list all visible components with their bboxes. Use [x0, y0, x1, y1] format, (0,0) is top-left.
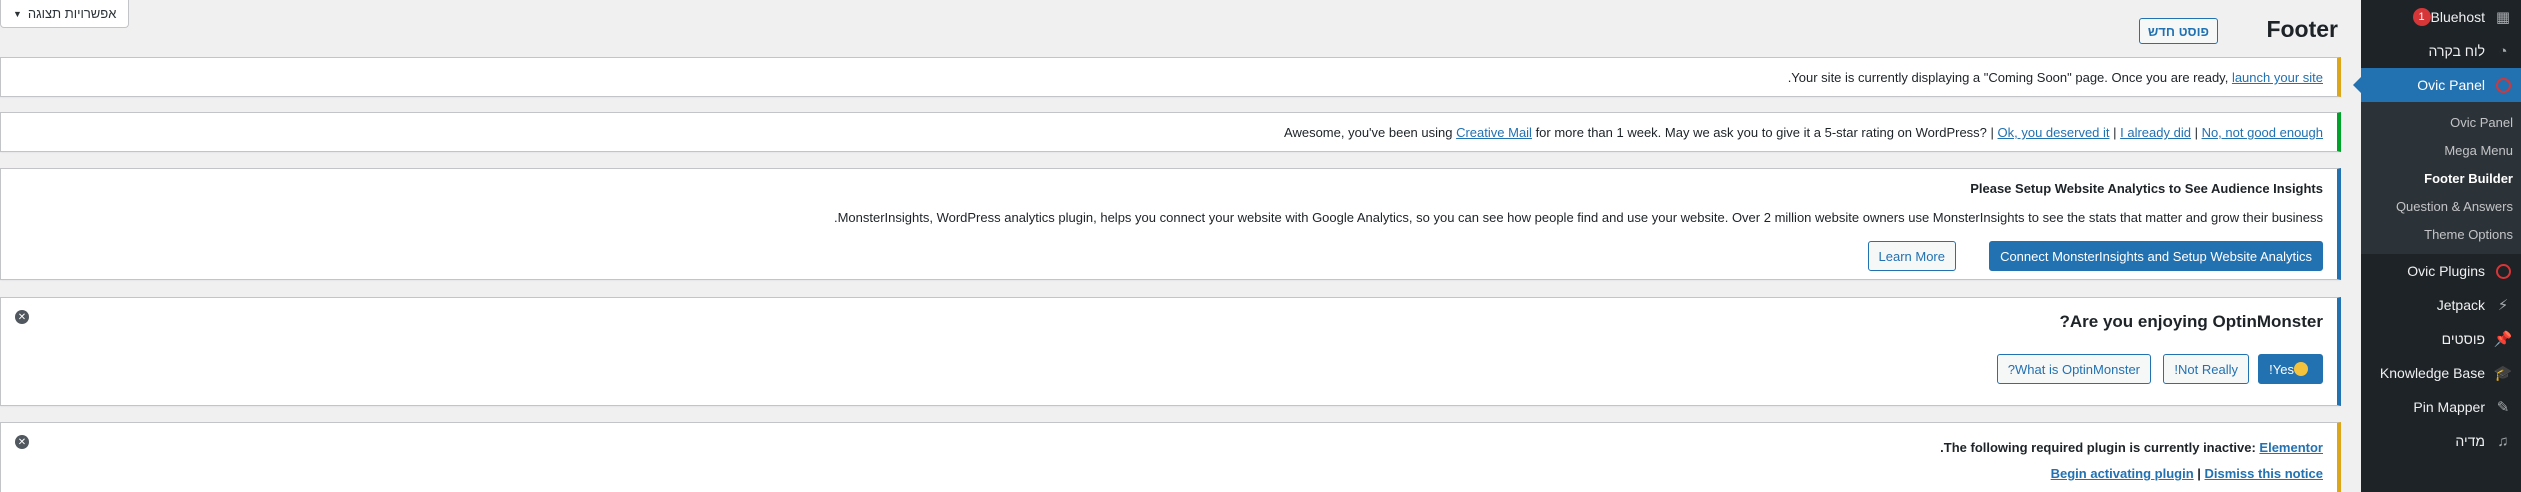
- ovic-plugins-icon: [2493, 261, 2513, 281]
- creative-mail-notice: Awesome, you've been using Creative Mail…: [0, 112, 2341, 152]
- smile-emoji-icon: [2294, 362, 2308, 376]
- add-new-post-button[interactable]: פוסט חדש: [2138, 18, 2218, 44]
- elementor-actions: Begin activating plugin | Dismiss this n…: [2050, 466, 2323, 481]
- sidebar-item-ovic-panel[interactable]: Ovic Panel: [2361, 68, 2521, 102]
- submenu-item-theme-options[interactable]: Theme Options: [2361, 220, 2521, 248]
- coming-soon-notice: .Your site is currently displaying a "Co…: [0, 57, 2341, 97]
- elementor-text: .The following required plugin is curren…: [1940, 440, 2323, 455]
- sidebar-item-jetpack[interactable]: Jetpack ⚡: [2361, 288, 2521, 322]
- submenu-item-footer-builder[interactable]: Footer Builder: [2361, 164, 2521, 192]
- sidebar-item-bluehost[interactable]: 1 Bluehost ▦: [2361, 0, 2521, 34]
- education-icon: 🎓: [2493, 364, 2513, 382]
- grid-icon: ▦: [2495, 8, 2511, 26]
- dismiss-icon[interactable]: ✕: [15, 310, 29, 324]
- coming-soon-text: .Your site is currently displaying a "Co…: [1787, 70, 2323, 85]
- sidebar-item-media[interactable]: מדיה ♫: [2361, 424, 2521, 458]
- already-did-link[interactable]: I already did: [2120, 125, 2191, 140]
- not-good-enough-link[interactable]: No, not good enough: [2202, 125, 2323, 140]
- screen-options-label: אפשרויות תצוגה: [27, 6, 117, 21]
- sidebar-item-posts[interactable]: פוסטים 📌: [2361, 322, 2521, 356]
- update-count-badge: 1: [2412, 8, 2431, 26]
- sidebar-item-knowledge-base[interactable]: Knowledge Base 🎓: [2361, 356, 2521, 390]
- submenu-item-question-answers[interactable]: Question & Answers: [2361, 192, 2521, 220]
- sidebar-item-ovic-plugins[interactable]: Ovic Plugins: [2361, 254, 2521, 288]
- sidebar-item-pin-mapper[interactable]: Pin Mapper ✎: [2361, 390, 2521, 424]
- media-icon: ♫: [2497, 432, 2509, 450]
- ovic-panel-icon: [2493, 75, 2513, 95]
- learn-more-button[interactable]: Learn More: [1867, 241, 1956, 271]
- elementor-link[interactable]: Elementor: [2259, 440, 2323, 455]
- jetpack-icon: ⚡: [2497, 296, 2509, 314]
- admin-sidebar: 1 Bluehost ▦ לוח בקרה ◔ Ovic Panel Ovic …: [2361, 0, 2521, 492]
- optinmonster-notice: ✕ ?Are you enjoying OptinMonster !Yes !N…: [0, 297, 2341, 406]
- submenu-item-ovic-panel[interactable]: Ovic Panel: [2361, 108, 2521, 136]
- creative-mail-link[interactable]: Creative Mail: [1456, 125, 1532, 140]
- screen-options-button[interactable]: ▼ אפשרויות תצוגה: [0, 0, 130, 28]
- chevron-down-icon: ▼: [13, 8, 22, 19]
- what-is-optinmonster-button[interactable]: ?What is OptinMonster: [1996, 354, 2151, 384]
- begin-activating-link[interactable]: Begin activating plugin: [2051, 466, 2194, 481]
- page-title: Footer: [2266, 16, 2338, 42]
- monsterinsights-notice: Please Setup Website Analytics to See Au…: [0, 168, 2341, 280]
- dismiss-icon[interactable]: ✕: [15, 435, 29, 449]
- monsterinsights-title: Please Setup Website Analytics to See Au…: [1970, 181, 2323, 196]
- ok-deserved-link[interactable]: Ok, you deserved it: [1998, 125, 2110, 140]
- sidebar-item-dashboard[interactable]: לוח בקרה ◔: [2361, 34, 2521, 68]
- dismiss-notice-link[interactable]: Dismiss this notice: [2205, 466, 2323, 481]
- yes-button[interactable]: !Yes: [2258, 354, 2323, 384]
- ovic-panel-submenu: Ovic Panel Mega Menu Footer Builder Ques…: [2361, 102, 2521, 254]
- creative-mail-text: Awesome, you've been using Creative Mail…: [1284, 125, 2323, 140]
- submenu-item-mega-menu[interactable]: Mega Menu: [2361, 136, 2521, 164]
- monsterinsights-body: .MonsterInsights, WordPress analytics pl…: [833, 210, 2323, 225]
- dashboard-icon: ◔: [2498, 42, 2508, 60]
- connect-monsterinsights-button[interactable]: Connect MonsterInsights and Setup Websit…: [1989, 241, 2323, 271]
- not-really-button[interactable]: !Not Really: [2163, 354, 2249, 384]
- optinmonster-title: ?Are you enjoying OptinMonster: [2059, 312, 2323, 331]
- pin-icon: 📌: [2493, 330, 2513, 348]
- edit-icon: ✎: [2496, 398, 2510, 416]
- launch-site-link[interactable]: launch your site: [2232, 70, 2323, 85]
- elementor-required-notice: ✕ .The following required plugin is curr…: [0, 422, 2341, 492]
